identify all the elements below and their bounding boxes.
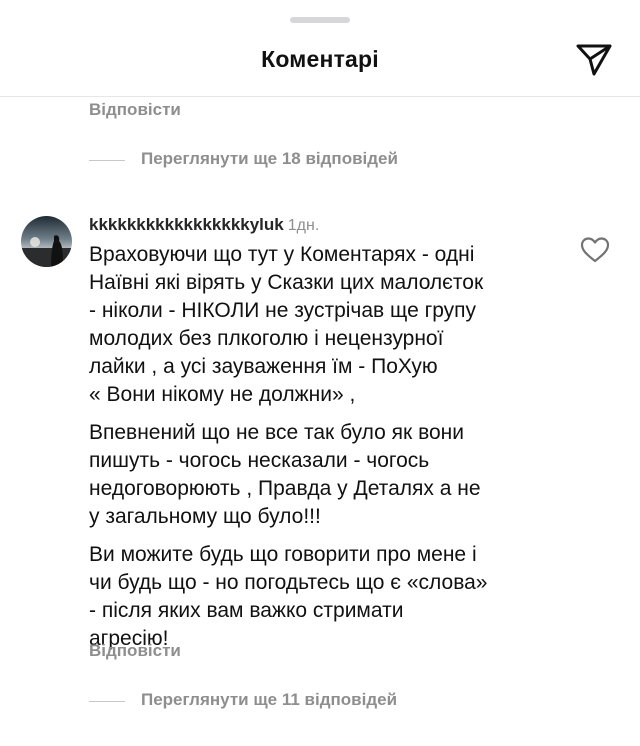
comment-paragraph: Враховуючи що тут у Коментарях - одні На…	[89, 241, 559, 409]
comment-line: недоговорюють , Правда у Деталях а не	[89, 477, 481, 500]
comment-line: Ви можите будь що говорити про мене і	[89, 543, 477, 566]
comment-line: у загальному що було!!!	[89, 505, 321, 528]
view-more-replies-previous[interactable]: Переглянути ще 18 відповідей	[89, 149, 469, 173]
replies-divider-line	[89, 160, 125, 161]
comments-header: Коментарі	[0, 30, 640, 97]
comments-sheet: Коментарі Відповісти Переглянути ще 18 в…	[0, 0, 640, 746]
comment-line: Враховуючи що тут у Коментарях - одні	[89, 243, 475, 266]
view-more-replies-label: Переглянути ще 18 відповідей	[141, 149, 398, 168]
avatar[interactable]	[21, 216, 72, 267]
comment-line: Впевнений що не все так було як вони	[89, 421, 464, 444]
comment-line: - після яких вам важко стримати	[89, 599, 404, 622]
comment-header: kkkkkkkkkkkkkkkkkyluk 1дн.	[89, 215, 319, 235]
heart-icon[interactable]	[580, 236, 610, 264]
comment-paragraph: Ви можите будь що говорити про мене і чи…	[89, 541, 559, 653]
view-more-replies-label: Переглянути ще 11 відповідей	[141, 690, 398, 709]
comment-line: « Вони нікому не должни» ,	[89, 383, 356, 406]
view-more-replies[interactable]: Переглянути ще 11 відповідей	[89, 690, 469, 714]
comment-line: лайки , а усі зауваження їм - ПоХую	[89, 355, 438, 378]
comment-timestamp: 1дн.	[287, 217, 320, 234]
comment-line: - ніколи - НІКОЛИ не зустрічав ще групу	[89, 299, 477, 322]
paper-plane-icon[interactable]	[574, 42, 614, 78]
replies-divider-line	[89, 701, 125, 702]
comment-line: молодих без плкоголю і нецензурної	[89, 327, 444, 350]
comment-text: Враховуючи що тут у Коментарях - одні На…	[89, 241, 559, 663]
reply-button-previous[interactable]: Відповісти	[89, 100, 181, 120]
comment-line: пишуть - чогось несказали - чогось	[89, 449, 430, 472]
comment-paragraph: Впевнений що не все так було як вони пиш…	[89, 419, 559, 531]
comment-line: Наївні які вірять у Сказки цих малолєток	[89, 271, 484, 294]
comment-line: чи будь що - но погодьтесь що є «слова»	[89, 571, 488, 594]
comment-username[interactable]: kkkkkkkkkkkkkkkkkyluk	[89, 215, 284, 234]
reply-button[interactable]: Відповісти	[89, 641, 181, 661]
page-title: Коментарі	[261, 46, 379, 72]
sheet-grabber-handle[interactable]	[290, 17, 350, 23]
